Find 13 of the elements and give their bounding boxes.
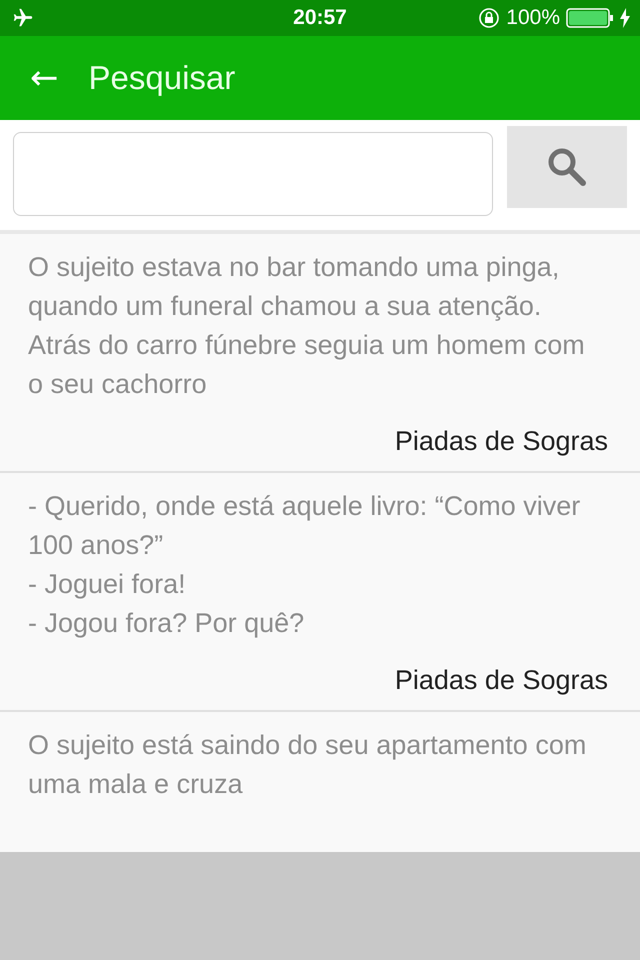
page-title: Pesquisar [88, 59, 236, 97]
category-label: Piadas de Sogras [394, 665, 608, 696]
charging-bolt-icon [620, 8, 630, 28]
joke-text: O sujeito estava no bar tomando uma pinga, quando um funeral chamou a sua atenção. Atrás do carro fúnebre seguia um homem com o seu cachorro [28, 251, 586, 401]
battery-icon [566, 8, 614, 28]
search-button[interactable] [507, 126, 627, 208]
rotation-lock-icon [478, 7, 500, 29]
battery-percent: 100% [506, 6, 560, 30]
search-field[interactable] [13, 132, 493, 216]
joke-text: O sujeito está saindo do seu apartamento com uma mala e cruza [28, 729, 588, 801]
joke-text: - Querido, onde está aquele livro: “Como viver 100 anos?” - Joguei fora! - Jogou fora? Por quê? [28, 490, 582, 640]
clock-time: 20:57 [293, 6, 347, 30]
category-label: Piadas de Sogras [394, 426, 608, 457]
